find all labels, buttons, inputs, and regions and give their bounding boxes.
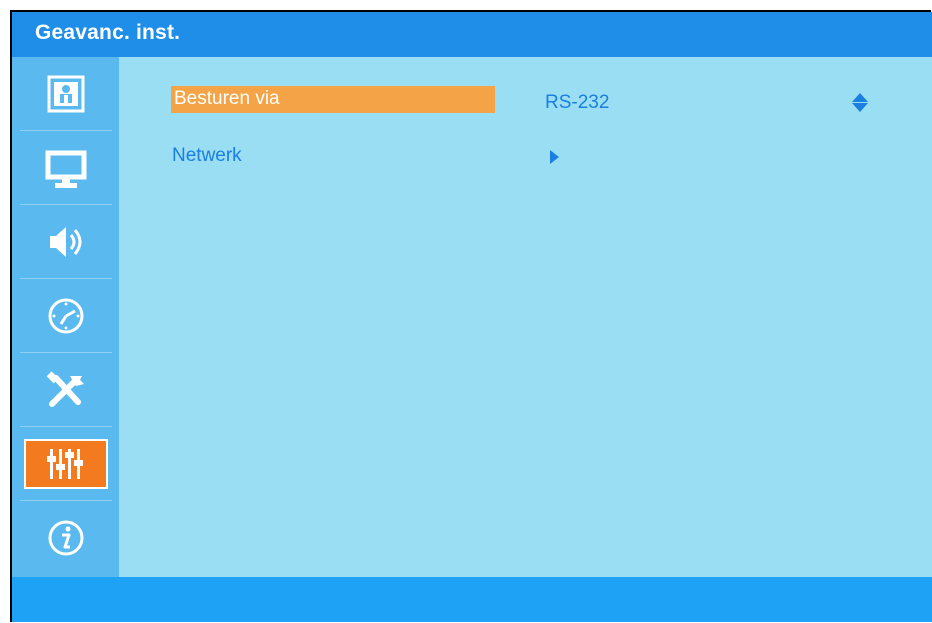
sliders-icon [46,449,83,479]
sidebar-item-info[interactable] [18,501,113,575]
sidebar-item-picture[interactable] [18,57,113,131]
sidebar-divider [20,130,112,131]
sidebar-item-advanced[interactable] [18,427,113,501]
sidebar-item-setup[interactable] [18,353,113,427]
sidebar [12,57,119,577]
clock-icon [48,298,83,334]
tools-icon [46,371,84,407]
control-via-value: RS-232 [545,92,610,113]
sidebar-item-audio[interactable] [18,205,113,279]
monitor-icon [45,150,86,188]
speaker-icon [49,227,81,257]
info-icon [48,520,83,556]
footer-bar [12,577,932,622]
settings-panel: Besturen via RS-232 Netwerk [119,57,932,577]
picture-icon [47,75,84,113]
menu-item-network[interactable]: Netwerk [172,145,242,167]
sidebar-item-display[interactable] [18,133,113,207]
menu-item-control-via[interactable]: Besturen via [171,86,495,113]
up-down-arrows-icon[interactable] [852,93,868,113]
menu-title: Geavanc. inst. [12,12,932,57]
sidebar-item-timer[interactable] [18,279,113,353]
active-item-highlight [23,439,108,489]
submenu-arrow-icon[interactable] [550,150,559,164]
